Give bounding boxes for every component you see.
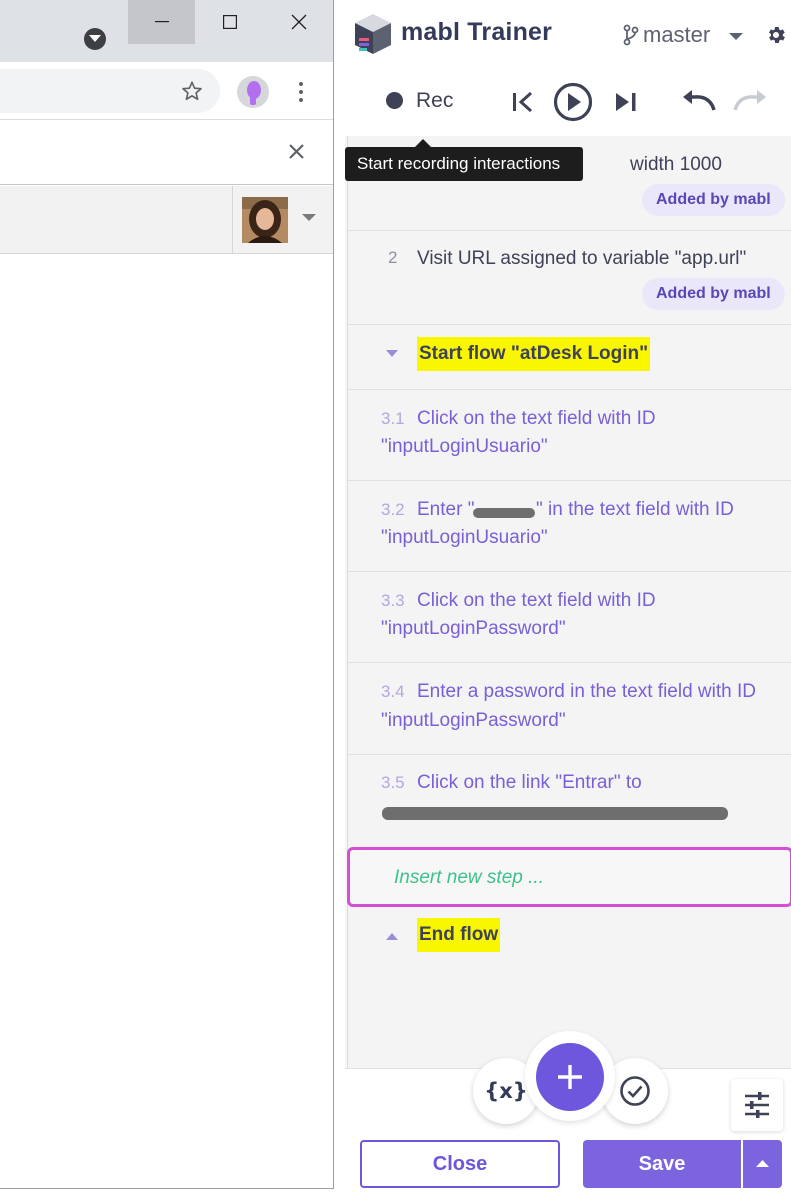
caret-up-icon[interactable] [386, 933, 398, 941]
step-item[interactable]: 3.2 Enter " " in the text field with ID … [348, 481, 791, 572]
redacted-value [473, 508, 535, 518]
step-text: "inputLoginUsuario" [381, 527, 548, 548]
add-step-button[interactable] [536, 1043, 604, 1111]
branch-icon[interactable] [623, 24, 639, 46]
trainer-panel: mabl Trainer master Rec Start recording … [345, 0, 791, 1199]
step-item[interactable]: 3.1 Click on the text field with ID "inp… [348, 390, 791, 481]
plus-icon [558, 1065, 582, 1089]
app-title: mabl Trainer [401, 18, 553, 46]
bookmark-star-icon[interactable] [181, 80, 203, 102]
step-text: width 1000 [630, 154, 722, 175]
profile-icon[interactable] [237, 76, 269, 108]
step-text: Click on the text field with ID [417, 408, 656, 429]
step-number: 3.5 [381, 773, 405, 792]
caret-up-icon [756, 1160, 769, 1167]
info-bar [0, 121, 333, 185]
record-label[interactable]: Rec [416, 89, 453, 113]
mabl-logo-icon [355, 14, 391, 54]
title-bar [0, 0, 333, 62]
step-number: 3.3 [381, 591, 405, 610]
minimize-button[interactable] [128, 0, 195, 44]
insert-step-placeholder: Insert new step ... [394, 867, 544, 888]
page-header [0, 186, 333, 254]
header-divider [232, 186, 233, 253]
check-circle-icon [620, 1076, 650, 1106]
step-text: "inputLoginPassword" [381, 618, 566, 639]
minimize-icon [154, 21, 169, 23]
step-text: Enter a password in the text field with … [417, 681, 756, 702]
flow-start-step[interactable]: Start flow "atDesk Login" [348, 325, 791, 390]
step-item[interactable]: 2 Visit URL assigned to variable "app.ur… [348, 231, 791, 325]
step-number: 2 [388, 248, 398, 267]
trainer-header: mabl Trainer master Rec [345, 0, 791, 136]
save-options-button[interactable] [742, 1140, 782, 1188]
step-text: Visit URL assigned to variable "app.url" [417, 248, 747, 269]
skip-forward-icon[interactable] [615, 92, 637, 112]
save-button[interactable]: Save [583, 1140, 741, 1188]
branch-selector[interactable]: master [643, 22, 710, 48]
step-number: 3.4 [381, 682, 405, 701]
flow-end-label: End flow [417, 918, 501, 952]
close-icon [291, 14, 306, 30]
play-icon[interactable] [553, 82, 593, 122]
window-close-button[interactable] [265, 0, 332, 44]
undo-icon[interactable] [681, 88, 717, 114]
browser-toolbar [0, 62, 333, 120]
redo-icon[interactable] [732, 88, 768, 114]
tab-search-icon[interactable] [84, 28, 106, 50]
skip-back-icon[interactable] [512, 92, 534, 112]
maximize-icon [222, 15, 237, 29]
settings-tune-button[interactable] [731, 1079, 783, 1131]
step-text: Click on the link "Entrar" to [417, 772, 642, 793]
step-text: "inputLoginPassword" [381, 710, 566, 731]
infobar-close-icon[interactable] [288, 143, 305, 160]
flow-end-step[interactable]: End flow [348, 911, 791, 971]
step-item[interactable]: 3.5 Click on the link "Entrar" to [348, 755, 791, 846]
more-vert-icon[interactable] [292, 80, 310, 104]
caret-down-icon[interactable] [729, 33, 743, 41]
step-list: width 1000 Added by mabl 2 Visit URL ass… [347, 136, 791, 1068]
step-text: Click on the text field with ID [417, 590, 656, 611]
tooltip-arrow [415, 139, 431, 147]
insert-step-input[interactable]: Insert new step ... [347, 847, 791, 907]
added-by-badge: Added by mabl [642, 278, 785, 310]
step-number: 3.2 [381, 500, 405, 519]
added-by-badge: Added by mabl [642, 184, 785, 216]
flow-start-label: Start flow "atDesk Login" [417, 337, 651, 371]
step-item[interactable]: 3.4 Enter a password in the text field w… [348, 663, 791, 755]
step-text: Enter " [417, 499, 475, 520]
redacted-url [382, 807, 728, 820]
gear-icon[interactable] [765, 24, 787, 46]
user-avatar[interactable] [242, 197, 288, 243]
browser-window [0, 0, 334, 1189]
step-number: 3.1 [381, 409, 405, 428]
step-text: " in the text field with ID [536, 499, 734, 520]
record-tooltip: Start recording interactions [345, 147, 583, 181]
close-button[interactable]: Close [360, 1140, 560, 1188]
caret-down-icon[interactable] [386, 350, 398, 358]
step-text: "inputLoginUsuario" [381, 436, 548, 457]
screen: mabl Trainer master Rec Start recording … [0, 0, 791, 1199]
tune-icon [745, 1092, 769, 1118]
step-item[interactable]: 3.3 Click on the text field with ID "inp… [348, 572, 791, 663]
record-button[interactable] [386, 92, 403, 109]
caret-down-icon[interactable] [302, 214, 316, 222]
maximize-button[interactable] [196, 0, 263, 44]
